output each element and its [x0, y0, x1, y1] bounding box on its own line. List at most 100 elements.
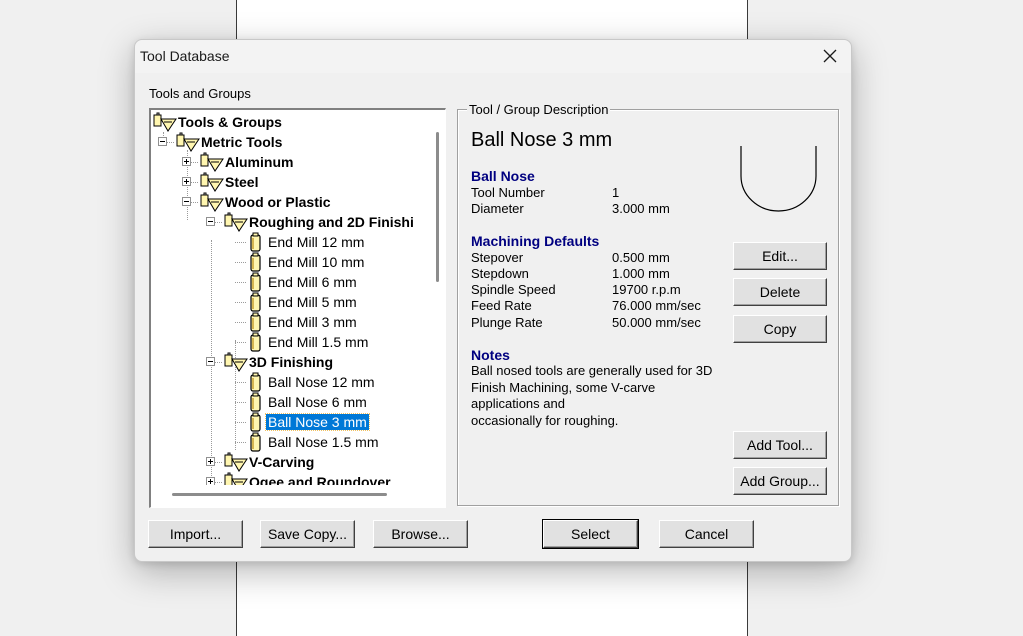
- tree-connector: [235, 242, 246, 243]
- add-tool-button[interactable]: Add Tool...: [733, 431, 827, 459]
- tree-node-end-mill-12[interactable]: End Mill 12 mm: [151, 232, 427, 252]
- tree-node-label: Roughing and 2D Finishi: [249, 214, 414, 230]
- tree-node-ogee-roundover[interactable]: Ogee and Roundover: [151, 472, 427, 485]
- tree-horizontal-scrollbar[interactable]: [172, 493, 387, 496]
- spindle-speed-label: Spindle Speed: [471, 282, 556, 297]
- tree-node-wood-or-plastic[interactable]: Wood or Plastic: [151, 192, 427, 212]
- browse-button[interactable]: Browse...: [373, 520, 468, 548]
- edit-button[interactable]: Edit...: [733, 242, 827, 270]
- tree-node-label: Ball Nose 1.5 mm: [268, 434, 379, 450]
- tree-node-roughing-2d-finishing[interactable]: Roughing and 2D Finishi: [151, 212, 427, 232]
- stepover-value: 0.500 mm: [612, 250, 670, 265]
- tree-vertical-scrollbar[interactable]: [436, 132, 439, 282]
- tree-node-label: Ball Nose 6 mm: [268, 394, 367, 410]
- tree-node-label: End Mill 5 mm: [268, 294, 357, 310]
- tree-node-aluminum[interactable]: Aluminum: [151, 152, 427, 172]
- tree-node-label: 3D Finishing: [249, 354, 333, 370]
- tree-connector: [235, 302, 246, 303]
- tool-number-value: 1: [612, 185, 620, 200]
- tree-node-ball-nose-3[interactable]: Ball Nose 3 mm: [151, 412, 427, 432]
- tree-node-root[interactable]: Tools & Groups: [151, 112, 427, 132]
- tree-node-end-mill-5[interactable]: End Mill 5 mm: [151, 292, 427, 312]
- feed-rate-label: Feed Rate: [471, 298, 532, 313]
- tree-connector: [235, 322, 246, 323]
- notes-text: Ball nosed tools are generally used for …: [471, 363, 721, 429]
- tree-node-ball-nose-12[interactable]: Ball Nose 12 mm: [151, 372, 427, 392]
- collapse-icon[interactable]: [206, 217, 215, 226]
- close-button[interactable]: [817, 44, 843, 68]
- notes-heading: Notes: [471, 347, 510, 363]
- diameter-label: Diameter: [471, 201, 524, 216]
- spindle-speed-value: 19700 r.p.m: [612, 282, 681, 297]
- tree-node-end-mill-3[interactable]: End Mill 3 mm: [151, 312, 427, 332]
- close-icon: [823, 49, 837, 63]
- collapse-icon[interactable]: [206, 357, 215, 366]
- copy-button[interactable]: Copy: [733, 315, 827, 343]
- notes-line: Ball nosed tools are generally used for …: [471, 363, 713, 378]
- tree-node-label: V-Carving: [249, 454, 315, 470]
- tree-node-steel[interactable]: Steel: [151, 172, 427, 192]
- expand-icon[interactable]: [182, 157, 191, 166]
- plunge-rate-label: Plunge Rate: [471, 315, 543, 330]
- cancel-button[interactable]: Cancel: [659, 520, 754, 548]
- tree-node-label: Tools & Groups: [178, 114, 282, 130]
- tree-connector: [235, 382, 246, 383]
- collapse-icon[interactable]: [158, 137, 167, 146]
- tree-node-label: End Mill 6 mm: [268, 274, 357, 290]
- select-button[interactable]: Select: [542, 519, 639, 549]
- tree-node-label: Metric Tools: [201, 134, 283, 150]
- tool-name-heading: Ball Nose 3 mm: [471, 129, 613, 151]
- expand-icon[interactable]: [206, 457, 215, 466]
- feed-rate-value: 76.000 mm/sec: [612, 298, 701, 313]
- delete-button[interactable]: Delete: [733, 278, 827, 306]
- tree-node-label: End Mill 10 mm: [268, 254, 365, 270]
- tree-node-label: Ball Nose 12 mm: [268, 374, 375, 390]
- tree-node-ball-nose-6[interactable]: Ball Nose 6 mm: [151, 392, 427, 412]
- tree-node-label: Steel: [225, 174, 259, 190]
- tool-tree[interactable]: Tools & Groups Metric Tools Aluminum Ste…: [149, 108, 446, 508]
- tool-group-icon: [223, 472, 249, 485]
- diameter-value: 3.000 mm: [612, 201, 670, 216]
- tree-node-ball-nose-1-5[interactable]: Ball Nose 1.5 mm: [151, 432, 427, 452]
- tree-connector: [235, 262, 246, 263]
- description-legend: Tool / Group Description: [467, 102, 611, 117]
- tree-node-3d-finishing[interactable]: 3D Finishing: [151, 352, 427, 372]
- tree-connector: [235, 342, 246, 343]
- notes-line: occasionally for roughing.: [471, 412, 619, 428]
- import-button[interactable]: Import...: [148, 520, 243, 548]
- stepdown-label: Stepdown: [471, 266, 529, 281]
- title-bar: Tool Database: [135, 40, 851, 73]
- stepdown-value: 1.000 mm: [612, 266, 670, 281]
- notes-line: Finish Machining, some V-carve: [471, 379, 656, 395]
- tree-node-label: Aluminum: [225, 154, 294, 170]
- tree-viewport: Tools & Groups Metric Tools Aluminum Ste…: [151, 110, 427, 485]
- plunge-rate-value: 50.000 mm/sec: [612, 315, 701, 330]
- ball-nose-profile-icon: [740, 146, 817, 212]
- stepover-label: Stepover: [471, 250, 524, 265]
- collapse-icon[interactable]: [182, 197, 191, 206]
- expand-icon[interactable]: [182, 177, 191, 186]
- tree-node-v-carving[interactable]: V-Carving: [151, 452, 427, 472]
- tree-connector: [235, 282, 246, 283]
- tree-connector: [235, 442, 246, 443]
- tree-node-label: Ball Nose 3 mm: [265, 413, 370, 431]
- tree-node-end-mill-6[interactable]: End Mill 6 mm: [151, 272, 427, 292]
- tree-node-end-mill-1-5[interactable]: End Mill 1.5 mm: [151, 332, 427, 352]
- notes-line: applications and: [471, 396, 565, 411]
- tree-node-label: Wood or Plastic: [225, 194, 331, 210]
- add-group-button[interactable]: Add Group...: [733, 467, 827, 495]
- machining-defaults-heading: Machining Defaults: [471, 233, 600, 249]
- tree-node-end-mill-10[interactable]: End Mill 10 mm: [151, 252, 427, 272]
- tool-database-dialog: Tool Database Tools and Groups Tools & G…: [134, 39, 852, 562]
- tools-and-groups-label: Tools and Groups: [149, 86, 251, 101]
- tree-node-metric-tools[interactable]: Metric Tools: [151, 132, 427, 152]
- tool-type-heading: Ball Nose: [471, 168, 535, 184]
- tree-node-label: Ogee and Roundover: [249, 474, 391, 485]
- save-copy-button[interactable]: Save Copy...: [260, 520, 355, 548]
- tree-node-label: End Mill 12 mm: [268, 234, 365, 250]
- tree-connector: [235, 402, 246, 403]
- tree-node-label: End Mill 1.5 mm: [268, 334, 369, 350]
- tree-connector: [235, 422, 246, 423]
- tree-node-label: End Mill 3 mm: [268, 314, 357, 330]
- expand-icon[interactable]: [206, 477, 215, 485]
